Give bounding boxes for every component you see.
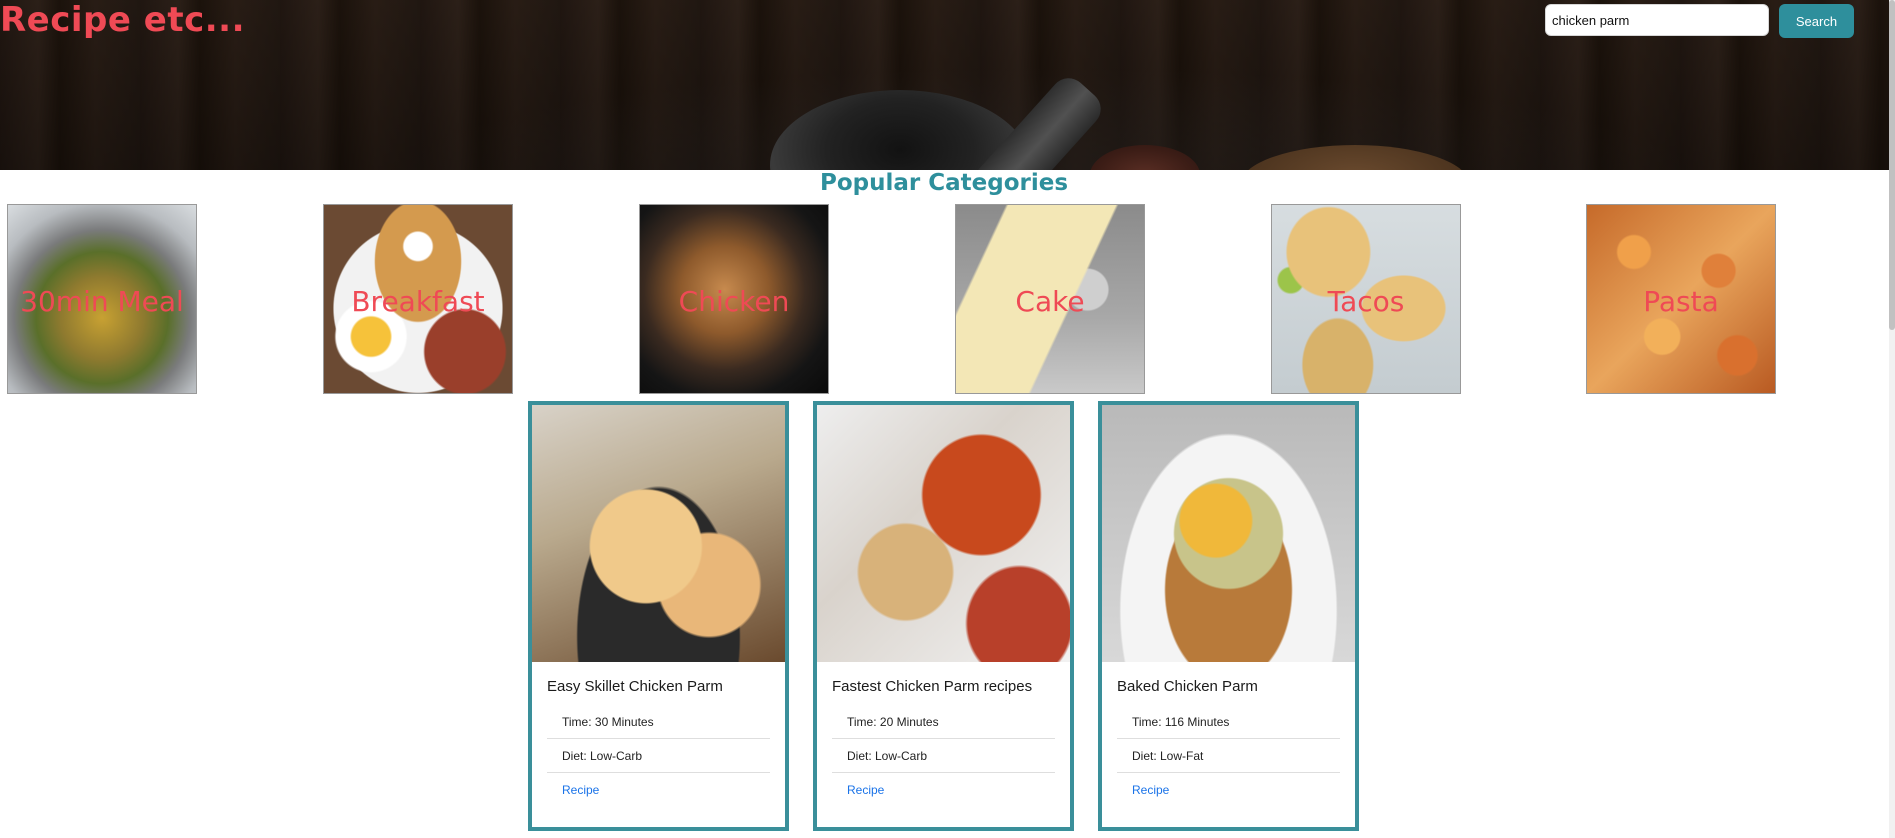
- category-30min-meal[interactable]: 30min Meal: [7, 204, 197, 394]
- category-label: 30min Meal: [20, 285, 184, 318]
- recipe-time: Time: 30 Minutes: [547, 705, 770, 739]
- recipe-link-item: Recipe: [832, 773, 1055, 806]
- category-label: Tacos: [1327, 285, 1405, 318]
- recipe-diet: Diet: Low-Fat: [1117, 739, 1340, 773]
- search-input[interactable]: [1545, 4, 1769, 36]
- category-label: Chicken: [678, 285, 790, 318]
- recipe-link[interactable]: Recipe: [562, 783, 599, 797]
- bowl-image: [1090, 145, 1200, 170]
- recipe-link-item: Recipe: [1117, 773, 1340, 806]
- brand-title[interactable]: Recipe etc...: [0, 0, 245, 40]
- scrollbar[interactable]: [1889, 0, 1895, 838]
- recipe-link[interactable]: Recipe: [1132, 783, 1169, 797]
- category-cake[interactable]: Cake: [955, 204, 1145, 394]
- recipe-photo: [1102, 405, 1355, 662]
- recipe-title: Fastest Chicken Parm recipes: [832, 678, 1033, 695]
- recipe-photo: [817, 405, 1070, 662]
- scrollbar-thumb[interactable]: [1889, 0, 1895, 330]
- recipe-details: Time: 116 Minutes Diet: Low-Fat Recipe: [1117, 705, 1340, 806]
- category-breakfast[interactable]: Breakfast: [323, 204, 513, 394]
- category-tacos[interactable]: Tacos: [1271, 204, 1461, 394]
- recipe-details: Time: 30 Minutes Diet: Low-Carb Recipe: [547, 705, 770, 806]
- recipe-details: Time: 20 Minutes Diet: Low-Carb Recipe: [832, 705, 1055, 806]
- recipe-card: Baked Chicken Parm Time: 116 Minutes Die…: [1098, 401, 1359, 831]
- recipe-diet: Diet: Low-Carb: [547, 739, 770, 773]
- recipe-card: Easy Skillet Chicken Parm Time: 30 Minut…: [528, 401, 789, 831]
- recipe-photo: [532, 405, 785, 662]
- recipe-card: Fastest Chicken Parm recipes Time: 20 Mi…: [813, 401, 1074, 831]
- category-chicken[interactable]: Chicken: [639, 204, 829, 394]
- popular-categories-title: Popular Categories: [819, 170, 1069, 196]
- recipe-title: Baked Chicken Parm: [1117, 678, 1258, 695]
- board-image: [1240, 145, 1470, 170]
- recipe-link[interactable]: Recipe: [847, 783, 884, 797]
- category-pasta[interactable]: Pasta: [1586, 204, 1776, 394]
- category-label: Cake: [1015, 285, 1085, 318]
- hero-header: Recipe etc... Search: [0, 0, 1895, 170]
- recipe-link-item: Recipe: [547, 773, 770, 806]
- recipe-title: Easy Skillet Chicken Parm: [547, 678, 723, 695]
- category-label: Breakfast: [351, 285, 485, 318]
- recipe-diet: Diet: Low-Carb: [832, 739, 1055, 773]
- recipe-time: Time: 116 Minutes: [1117, 705, 1340, 739]
- category-label: Pasta: [1643, 285, 1719, 318]
- search-button[interactable]: Search: [1779, 4, 1854, 38]
- recipe-time: Time: 20 Minutes: [832, 705, 1055, 739]
